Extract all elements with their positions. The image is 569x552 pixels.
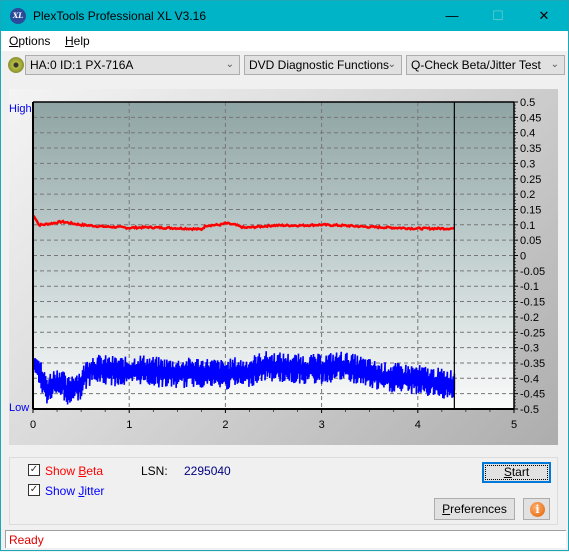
show-jitter-rest: itter: [84, 484, 105, 498]
start-button[interactable]: Start: [482, 462, 551, 483]
preferences-label: references: [450, 502, 507, 516]
y-tick-label: 0.5: [520, 97, 535, 109]
y-tick-label: 0.1: [520, 220, 535, 232]
y-tick-label: -0.3: [520, 343, 539, 355]
show-jitter-label[interactable]: Show Jitter: [45, 484, 104, 498]
y-tick-label: -0.5: [520, 404, 539, 416]
show-beta-prefix: Show: [45, 464, 79, 478]
status-bar: Ready: [5, 530, 566, 548]
x-tick-label: 4: [415, 419, 421, 431]
show-beta-checkbox[interactable]: ✓: [28, 464, 40, 476]
y-tick-label: -0.1: [520, 281, 539, 293]
show-beta-rest: eta: [86, 464, 104, 478]
y-tick-label: 0: [520, 251, 526, 263]
lsn-value: 2295040: [184, 464, 231, 478]
y-tick-label: -0.05: [520, 266, 545, 278]
y-tick-label: 0.2: [520, 189, 535, 201]
start-mnemonic: S: [503, 465, 512, 479]
show-jitter-checkbox[interactable]: ✓: [28, 484, 40, 496]
show-jitter-prefix: Show: [45, 484, 79, 498]
y-tick-label: 0.05: [520, 235, 541, 247]
y-label-low: Low: [9, 402, 29, 414]
x-tick-label: 2: [222, 419, 228, 431]
y-tick-label: -0.35: [520, 358, 545, 370]
preferences-button[interactable]: Preferences: [434, 498, 515, 520]
y-label-high: High: [9, 103, 32, 115]
y-tick-label: -0.25: [520, 327, 545, 339]
y-tick-label: 0.4: [520, 128, 535, 140]
y-tick-label: 0.15: [520, 204, 541, 216]
check-icon: ✓: [29, 484, 39, 495]
lsn-label: LSN:: [141, 464, 168, 478]
y-tick-label: 0.25: [520, 174, 541, 186]
status-text: Ready: [9, 533, 44, 547]
start-label: tart: [511, 465, 530, 479]
show-beta-label[interactable]: Show Beta: [45, 464, 103, 478]
check-icon: ✓: [29, 464, 39, 475]
x-tick-label: 0: [30, 419, 36, 431]
app-window: XL PlexTools Professional XL V3.16 — ☐ ✕…: [0, 0, 569, 551]
y-tick-label: -0.45: [520, 389, 545, 401]
y-tick-label: 0.45: [520, 112, 541, 124]
preferences-mnemonic: P: [442, 502, 451, 516]
y-tick-label: -0.4: [520, 373, 539, 385]
y-tick-label: 0.35: [520, 143, 541, 155]
info-button[interactable]: i: [523, 498, 550, 520]
info-icon: i: [530, 502, 545, 517]
x-tick-label: 1: [126, 419, 132, 431]
y-tick-label: -0.15: [520, 297, 545, 309]
y-tick-label: -0.2: [520, 312, 539, 324]
x-tick-label: 5: [511, 419, 517, 431]
y-tick-label: 0.3: [520, 158, 535, 170]
x-tick-label: 3: [319, 419, 325, 431]
